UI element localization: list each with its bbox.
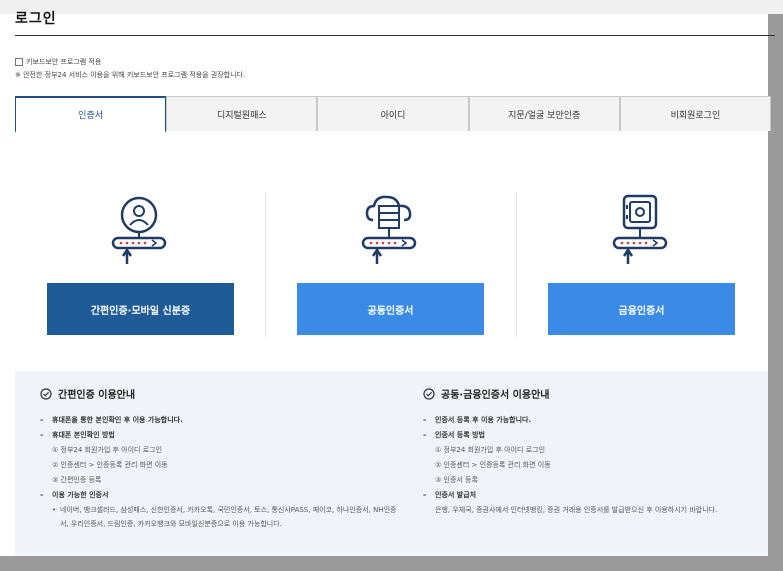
login-tabs: 인증서 디지털원패스 아이디 지문/얼굴 보안인증 비회원로그인: [15, 96, 772, 133]
guide-item-text: 휴대폰을 통한 본인확인 후 이용 가능합니다.: [52, 416, 183, 424]
guide-joint-title: 공동·금융인증서 이용안내: [441, 390, 550, 401]
person-id-icon: [107, 192, 171, 268]
check-circle-icon: [40, 387, 52, 400]
simple-auth-button[interactable]: 간편인증·모바일 신분증: [47, 283, 234, 335]
guide-item: – 인증서 등록 방법: [423, 428, 763, 443]
check-circle-icon: [423, 387, 435, 400]
guide-joint-cert: 공동·금융인증서 이용안내 – 인증서 등록 후 이용 가능합니다. – 인증서 등…: [423, 386, 763, 518]
guide-simple-heading: 간편인증 이용안내: [40, 386, 410, 401]
login-panel: 로그인 키보드보안 프로그램 적용 ※ 안전한 정부24 서비스 이용을 위해 …: [0, 0, 783, 556]
keyboard-security-note: ※ 안전한 정부24 서비스 이용을 위해 키보드보안 프로그램 적용을 권장합…: [15, 71, 246, 79]
method-joint-cert: 공동인증서: [265, 192, 513, 342]
cloud-server-icon: [357, 192, 421, 268]
keyboard-security-label: 키보드보안 프로그램 적용: [26, 58, 102, 66]
keyboard-security-row[interactable]: 키보드보안 프로그램 적용: [15, 57, 101, 67]
page-title: 로그인: [15, 11, 57, 27]
guide-services: • 네이버, 뱅크샐러드, 삼성패스, 신한인증서, 카카오톡, 국민인증서, 토…: [40, 503, 410, 517]
guide-step: ③ 인증서 등록: [435, 476, 478, 484]
tab-digital-onepass[interactable]: 디지털원패스: [166, 96, 318, 131]
guide-item: – 휴대폰 본인확인 방법: [40, 428, 410, 443]
guide-item-text: 인증서 등록 방법: [435, 431, 485, 439]
guide-joint-heading: 공동·금융인증서 이용안내: [423, 386, 763, 401]
guide-item: – 인증서 등록 후 이용 가능합니다.: [423, 413, 763, 428]
financial-cert-button[interactable]: 금융인증서: [548, 283, 735, 335]
tab-biometric[interactable]: 지문/얼굴 보안인증: [468, 96, 620, 131]
guide-item-text: 이용 가능한 인증서: [52, 491, 109, 499]
page: 로그인 키보드보안 프로그램 적용 ※ 안전한 정부24 서비스 이용을 위해 …: [0, 0, 783, 571]
guide-step: ② 인증센터 > 인증등록 관리 화면 이동: [52, 461, 168, 469]
tab-guest-login[interactable]: 비회원로그인: [619, 96, 772, 131]
guide-item: – 인증서 발급처: [423, 488, 763, 503]
guide-item-text: 인증서 등록 후 이용 가능합니다.: [435, 416, 532, 424]
guide-simple-title: 간편인증 이용안내: [58, 390, 136, 401]
guide-item-text: 인증서 발급처: [435, 491, 477, 499]
guide-simple-auth: 간편인증 이용안내 – 휴대폰을 통한 본인확인 후 이용 가능합니다. – 휴대폰…: [40, 386, 410, 531]
method-simple-auth: 간편인증·모바일 신분증: [15, 192, 263, 342]
guide-step: ① 정부24 회원가입 후 아이디 로그인: [52, 446, 163, 454]
usage-guide: 간편인증 이용안내 – 휴대폰을 통한 본인확인 후 이용 가능합니다. – 휴대폰…: [15, 371, 768, 556]
safe-icon: [608, 192, 672, 268]
guide-item: – 이용 가능한 인증서: [40, 488, 410, 503]
joint-cert-button[interactable]: 공동인증서: [297, 283, 484, 335]
keyboard-security-checkbox[interactable]: [15, 58, 23, 66]
tab-certificate[interactable]: 인증서: [15, 96, 167, 133]
header-band: [0, 0, 783, 14]
guide-services-line: 네이버, 뱅크샐러드, 삼성패스, 신한인증서, 카카오톡, 국민인증서, 토스…: [60, 506, 397, 514]
guide-step: ① 정부24 회원가입 후 아이디 로그인: [435, 446, 546, 454]
guide-issuers: 은행, 우체국, 증권사에서 인터넷뱅킹, 증권 거래용 인증서를 발급받으신 …: [435, 506, 718, 514]
tab-id[interactable]: 아이디: [317, 96, 469, 131]
background-strip-bottom: [0, 556, 783, 571]
guide-step: ② 인증센터 > 인증등록 관리 화면 이동: [435, 461, 551, 469]
guide-services-line: 서, 우리인증서, 드림인증, 카카오뱅크와 모바일신분증으로 이용 가능합니다…: [60, 520, 282, 528]
background-strip-right: [768, 0, 783, 571]
method-financial-cert: 금융인증서: [516, 192, 764, 342]
guide-item-text: 휴대폰 본인확인 방법: [52, 431, 115, 439]
guide-step: ③ 간편인증 등록: [52, 476, 102, 484]
guide-item: – 휴대폰을 통한 본인확인 후 이용 가능합니다.: [40, 413, 410, 428]
title-divider: [15, 35, 775, 36]
guide-services: 서, 우리인증서, 드림인증, 카카오뱅크와 모바일신분증으로 이용 가능합니다…: [40, 517, 410, 531]
